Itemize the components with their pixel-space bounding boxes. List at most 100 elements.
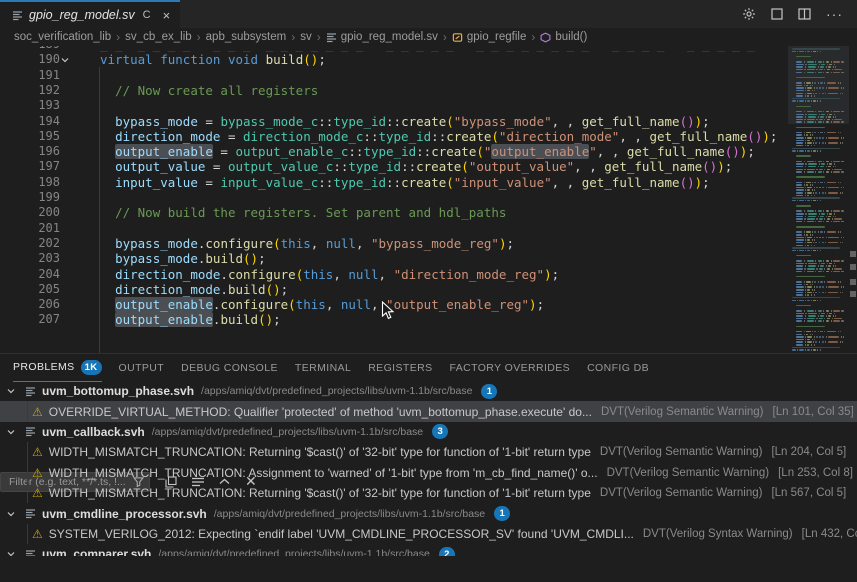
- code-line-205[interactable]: 205 direction_mode.build();: [0, 282, 790, 297]
- breadcrumb-item-soc-verification-lib[interactable]: soc_verification_lib: [14, 31, 111, 43]
- minimap-line: [814, 281, 816, 283]
- minimap-line: [826, 237, 827, 239]
- minimap-line: [796, 161, 802, 163]
- code-line-192[interactable]: 192 // Now create all registers: [0, 83, 790, 98]
- problem-warning-row[interactable]: ⚠OVERRIDE_VIRTUAL_METHOD: Qualifier 'pro…: [0, 401, 857, 421]
- code-editor[interactable]: 189_ _ _ _ _ _ _ _ _ _ _ _ _ _ _ _ _ _ _…: [0, 46, 857, 353]
- panel-tab-registers[interactable]: REGISTERS: [368, 354, 432, 381]
- fold-chevron-icon[interactable]: [60, 55, 80, 65]
- minimap-line: [807, 320, 814, 322]
- minimap-line: [820, 250, 821, 252]
- minimap-line: [816, 218, 817, 220]
- minimap-line: [813, 341, 814, 343]
- split-editor-icon[interactable]: [798, 8, 811, 20]
- code-line-202[interactable]: 202 bypass_mode.configure(this, null, "b…: [0, 236, 790, 251]
- code-line-194[interactable]: 194 bypass_mode = bypass_mode_c::type_id…: [0, 114, 790, 129]
- code-line-204[interactable]: 204 direction_mode.configure(this, null,…: [0, 267, 790, 282]
- minimap-line: [825, 292, 826, 294]
- line-number: 194: [0, 114, 60, 129]
- minimap-line: [841, 271, 843, 273]
- problem-file-row-uvm-callback-svh[interactable]: uvm_callback.svh/apps/amiq/dvt/predefine…: [0, 422, 857, 442]
- code-line-190[interactable]: 190virtual function void build();: [0, 52, 790, 67]
- code-line-197[interactable]: 197 output_value = output_value_c::type_…: [0, 159, 790, 174]
- minimap-line: [817, 150, 818, 152]
- minimap-line: [815, 171, 816, 173]
- minimap-line: [842, 192, 843, 194]
- minimap-line: [828, 315, 831, 317]
- panel-tab-output[interactable]: OUTPUT: [119, 354, 165, 381]
- problem-warning-row[interactable]: ⚠WIDTH_MISMATCH_TRUNCATION: Returning '$…: [0, 483, 857, 503]
- code-text: direction_mode = direction_mode_c::type_…: [100, 129, 777, 144]
- code-line-207[interactable]: 207 output_enable.build();: [0, 312, 790, 327]
- problem-count-badge: 3: [432, 424, 448, 439]
- problem-file-row-uvm-cmdline-processor-svh[interactable]: uvm_cmdline_processor.svh/apps/amiq/dvt/…: [0, 503, 857, 523]
- line-number: 206: [0, 297, 60, 312]
- minimap-line: [834, 163, 835, 165]
- minimap-line: [819, 142, 820, 144]
- code-line-191[interactable]: 191: [0, 68, 790, 83]
- minimap-line: [797, 300, 798, 302]
- minimap-line: [806, 284, 809, 286]
- problem-warning-row[interactable]: ⚠WIDTH_MISMATCH_TRUNCATION: Returning '$…: [0, 442, 857, 462]
- code-line-199[interactable]: 199: [0, 190, 790, 205]
- panel-tab-factory-overrides[interactable]: FACTORY OVERRIDES: [449, 354, 570, 381]
- tree-indent-guide: [27, 524, 28, 544]
- problem-warning-row[interactable]: ⚠WIDTH_MISMATCH_TRUNCATION: Assignment t…: [0, 463, 857, 483]
- minimap-line: [840, 192, 841, 194]
- file-lines-icon: [22, 508, 38, 519]
- minimap-line: [816, 237, 818, 239]
- panel-tab-config-db[interactable]: CONFIG DB: [587, 354, 649, 381]
- minimap-line: [835, 66, 836, 68]
- minimap-line: [796, 64, 804, 66]
- code-line-193[interactable]: 193: [0, 98, 790, 113]
- problem-file-row-uvm-bottomup-phase-svh[interactable]: uvm_bottomup_phase.svh/apps/amiq/dvt/pre…: [0, 381, 857, 401]
- breadcrumb-item-build[interactable]: build(): [540, 31, 587, 43]
- minimap-line: [810, 334, 811, 336]
- panel-tab-problems[interactable]: PROBLEMS1K: [13, 354, 102, 382]
- minimap-line: [826, 87, 827, 89]
- warning-icon: ⚠: [32, 486, 43, 500]
- close-icon[interactable]: ×: [163, 8, 171, 23]
- minimap-line: [796, 140, 804, 142]
- code-line-200[interactable]: 200 // Now build the registers. Set pare…: [0, 205, 790, 220]
- problem-file-row-uvm-comparer-svh[interactable]: uvm_comparer.svh/apps/amiq/dvt/predefine…: [0, 544, 857, 556]
- minimap-line: [834, 218, 842, 220]
- code-line-195[interactable]: 195 direction_mode = direction_mode_c::t…: [0, 129, 790, 144]
- breadcrumb-item-apb-subsystem[interactable]: apb_subsystem: [206, 31, 287, 43]
- minimap-line: [806, 82, 811, 84]
- code-line-198[interactable]: 198 input_value = input_value_c::type_id…: [0, 175, 790, 190]
- minimap-line: [811, 200, 812, 202]
- minimap-line: [799, 200, 803, 202]
- code-line-206[interactable]: 206 output_enable.configure(this, null, …: [0, 297, 790, 312]
- minimap-line: [814, 237, 815, 239]
- tab-gpio-reg-model-sv[interactable]: gpio_reg_model.sv C ×: [0, 0, 180, 28]
- settings-gear-icon[interactable]: [742, 7, 756, 21]
- minimap-line: [805, 245, 806, 247]
- minimap-line: [807, 250, 809, 252]
- minimap-line: [807, 300, 809, 302]
- breadcrumb-item-gpio-regfile[interactable]: gpio_regfile: [452, 31, 526, 43]
- breadcrumb-item-gpio-reg-model-sv[interactable]: gpio_reg_model.sv: [326, 31, 438, 43]
- minimap-line: [814, 182, 816, 184]
- code-line-201[interactable]: 201: [0, 221, 790, 236]
- code-line-196[interactable]: 196 output_enable = output_enable_c::typ…: [0, 144, 790, 159]
- breadcrumb-item-sv-cb-ex-lib[interactable]: sv_cb_ex_lib: [125, 31, 191, 43]
- more-actions-icon[interactable]: ···: [826, 9, 843, 19]
- problem-warning-row[interactable]: ⚠SYSTEM_VERILOG_2012: Expecting `endif l…: [0, 524, 857, 544]
- breadcrumb-item-sv[interactable]: sv: [300, 31, 312, 43]
- minimap-line: [796, 145, 803, 147]
- editor-actions: ···: [742, 0, 857, 28]
- minimap-line: [811, 344, 812, 346]
- minimap-line: [796, 85, 802, 87]
- code-line-203[interactable]: 203 bypass_mode.build();: [0, 251, 790, 266]
- minimap-line: [797, 51, 798, 53]
- panel-tab-debug-console[interactable]: DEBUG CONSOLE: [181, 354, 278, 381]
- warning-icon: ⚠: [32, 466, 43, 480]
- layout-icon[interactable]: [771, 8, 783, 20]
- minimap[interactable]: [788, 46, 849, 353]
- minimap-line: [818, 320, 822, 322]
- minimap-line: [807, 100, 809, 102]
- minimap-line: [814, 245, 815, 247]
- chevron-down-icon: [0, 509, 22, 519]
- panel-tab-terminal[interactable]: TERMINAL: [295, 354, 351, 381]
